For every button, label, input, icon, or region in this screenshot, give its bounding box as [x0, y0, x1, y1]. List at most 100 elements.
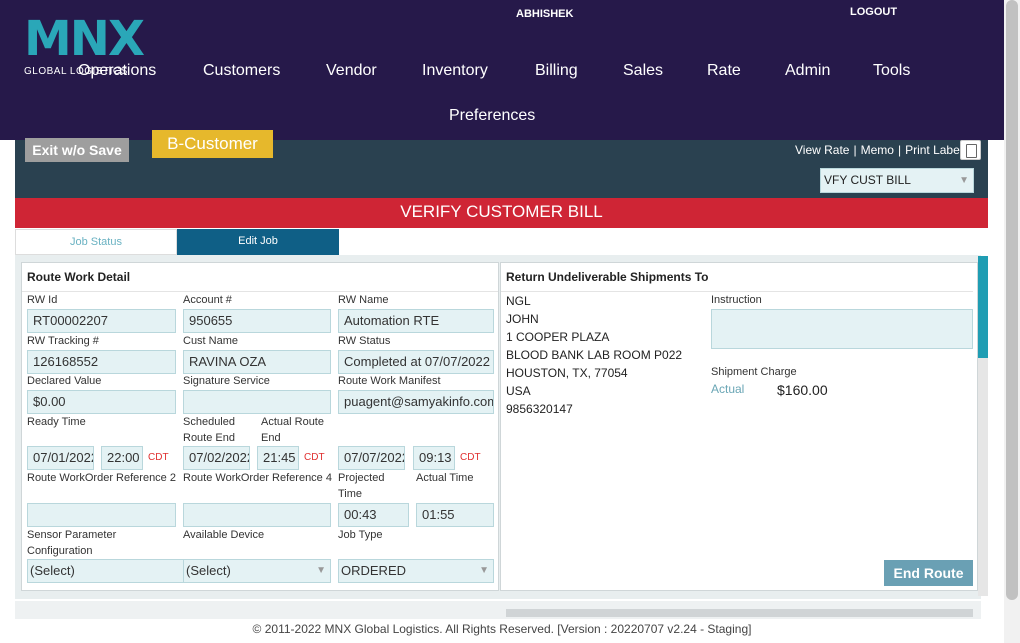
- b-customer-button[interactable]: B-Customer: [152, 130, 273, 158]
- ref2-field[interactable]: [27, 503, 176, 527]
- view-rate-link[interactable]: View Rate: [795, 143, 849, 157]
- address-line: BLOOD BANK LAB ROOM P022: [506, 348, 683, 362]
- declared-value-field[interactable]: $0.00: [27, 390, 176, 414]
- shipment-charge-value: $160.00: [777, 382, 828, 398]
- return-shipments-title: Return Undeliverable Shipments To: [506, 270, 709, 284]
- rw-id-field[interactable]: RT00002207: [27, 309, 176, 333]
- shipment-charge-label: Shipment Charge: [711, 366, 797, 378]
- logo-mark: MNX: [24, 11, 145, 67]
- logout-link[interactable]: LOGOUT: [850, 6, 897, 18]
- rw-status-label: RW Status: [338, 335, 391, 347]
- divider: [22, 291, 498, 292]
- cust-name-field[interactable]: RAVINA OZA: [183, 350, 331, 374]
- nav-preferences[interactable]: Preferences: [449, 107, 535, 125]
- user-name: ABHISHEK: [516, 8, 574, 20]
- actual-end-time-field[interactable]: 21:45: [257, 446, 299, 470]
- route-work-detail-title: Route Work Detail: [27, 270, 131, 284]
- instruction-field[interactable]: [711, 309, 973, 349]
- end-tz: CDT: [460, 452, 481, 463]
- actual-time-field[interactable]: 01:55: [416, 503, 494, 527]
- address-line: NGL: [506, 294, 531, 308]
- account-field[interactable]: 950655: [183, 309, 331, 333]
- rw-name-label: RW Name: [338, 294, 389, 306]
- scheduled-route-end-label: Scheduled Route End: [183, 416, 235, 444]
- nav-inventory[interactable]: Inventory: [422, 62, 488, 80]
- end-route-button[interactable]: End Route: [884, 560, 973, 586]
- job-type-value: ORDERED: [341, 563, 407, 578]
- signature-service-field[interactable]: [183, 390, 331, 414]
- ref2-label: Route WorkOrder Reference 2: [27, 472, 176, 484]
- address-line: USA: [506, 384, 531, 398]
- chevron-down-icon: ▼: [959, 175, 969, 186]
- cust-name-label: Cust Name: [183, 335, 239, 347]
- actual-route-end-label: Actual Route End: [261, 416, 324, 444]
- projected-time-field[interactable]: 00:43: [338, 503, 409, 527]
- ready-date-field[interactable]: 07/01/2022: [27, 446, 94, 470]
- rw-name-field[interactable]: Automation RTE: [338, 309, 494, 333]
- page-scrollbar[interactable]: [1004, 0, 1020, 643]
- tracking-field[interactable]: 126168552: [27, 350, 176, 374]
- job-type-label: Job Type: [338, 529, 383, 541]
- chevron-down-icon: ▼: [479, 565, 489, 576]
- job-type-select[interactable]: ORDERED ▼: [338, 559, 494, 583]
- available-device-select[interactable]: (Select) ▼: [183, 559, 331, 583]
- link-separator: |: [853, 143, 857, 157]
- top-navbar: MNX GLOBAL LOGISTICS ABHISHEK LOGOUT Ope…: [0, 0, 1004, 140]
- sensor-config-select[interactable]: (Select): [27, 559, 187, 583]
- nav-vendor[interactable]: Vendor: [326, 62, 377, 80]
- actual-label: Actual: [711, 382, 745, 396]
- nav-billing[interactable]: Billing: [535, 62, 578, 80]
- tab-job-status[interactable]: Job Status: [15, 229, 177, 255]
- account-label: Account #: [183, 294, 232, 306]
- rw-status-field[interactable]: Completed at 07/07/2022: [338, 350, 494, 374]
- nav-customers[interactable]: Customers: [203, 62, 280, 80]
- exit-without-save-button[interactable]: Exit w/o Save: [25, 138, 129, 162]
- manifest-label: Route Work Manifest: [338, 375, 441, 387]
- address-line: JOHN: [506, 312, 539, 326]
- end-date-field[interactable]: 07/07/2022: [338, 446, 405, 470]
- instruction-label: Instruction: [711, 294, 762, 306]
- job-status-select[interactable]: VFY CUST BILL ▼: [820, 168, 974, 193]
- action-links: View Rate | Memo | Print Label: [795, 143, 962, 157]
- address-line: 1 COOPER PLAZA: [506, 330, 610, 344]
- link-separator: |: [897, 143, 902, 157]
- manifest-field[interactable]: puagent@samyakinfo.com: [338, 390, 494, 414]
- scheduled-end-date-field[interactable]: 07/02/2022: [183, 446, 250, 470]
- return-address: NGL JOHN 1 COOPER PLAZA BLOOD BANK LAB R…: [506, 292, 682, 418]
- actual-end-tz: CDT: [304, 452, 325, 463]
- rw-id-label: RW Id: [27, 294, 58, 306]
- page-banner: VERIFY CUSTOMER BILL: [15, 198, 988, 228]
- projected-time-label: Projected Time: [338, 472, 385, 500]
- lower-section-bar: [506, 609, 973, 617]
- address-line: HOUSTON, TX, 77054: [506, 366, 628, 380]
- tab-edit-job[interactable]: Edit Job: [177, 229, 339, 255]
- print-label-link[interactable]: Print Label: [905, 143, 962, 157]
- actual-time-label: Actual Time: [416, 472, 474, 484]
- available-device-label: Available Device: [183, 529, 265, 541]
- memo-link[interactable]: Memo: [861, 143, 894, 157]
- signature-service-label: Signature Service: [183, 375, 270, 387]
- panel-scrollbar-thumb[interactable]: [978, 256, 988, 358]
- ref4-label: Route WorkOrder Reference 4: [183, 472, 332, 484]
- ready-tz: CDT: [148, 452, 169, 463]
- nav-operations[interactable]: Operations: [78, 62, 156, 80]
- footer-copyright: © 2011-2022 MNX Global Logistics. All Ri…: [0, 619, 1004, 643]
- panel-scrollbar[interactable]: [978, 256, 988, 596]
- address-line: 9856320147: [506, 402, 573, 416]
- ref4-field[interactable]: [183, 503, 331, 527]
- nav-sales[interactable]: Sales: [623, 62, 663, 80]
- job-status-value: VFY CUST BILL: [824, 173, 911, 187]
- page-scrollbar-thumb[interactable]: [1006, 0, 1018, 600]
- available-device-value: (Select): [186, 563, 231, 578]
- ready-time-label: Ready Time: [27, 416, 86, 428]
- note-icon[interactable]: [960, 140, 981, 160]
- end-time-field[interactable]: 09:13: [413, 446, 455, 470]
- ready-time-field[interactable]: 22:00: [101, 446, 143, 470]
- nav-rate[interactable]: Rate: [707, 62, 741, 80]
- chevron-down-icon: ▼: [316, 565, 326, 576]
- nav-admin[interactable]: Admin: [785, 62, 830, 80]
- sensor-config-value: (Select): [30, 563, 75, 578]
- sensor-config-label: Sensor Parameter Configuration: [27, 529, 117, 557]
- declared-value-label: Declared Value: [27, 375, 102, 387]
- nav-tools[interactable]: Tools: [873, 62, 910, 80]
